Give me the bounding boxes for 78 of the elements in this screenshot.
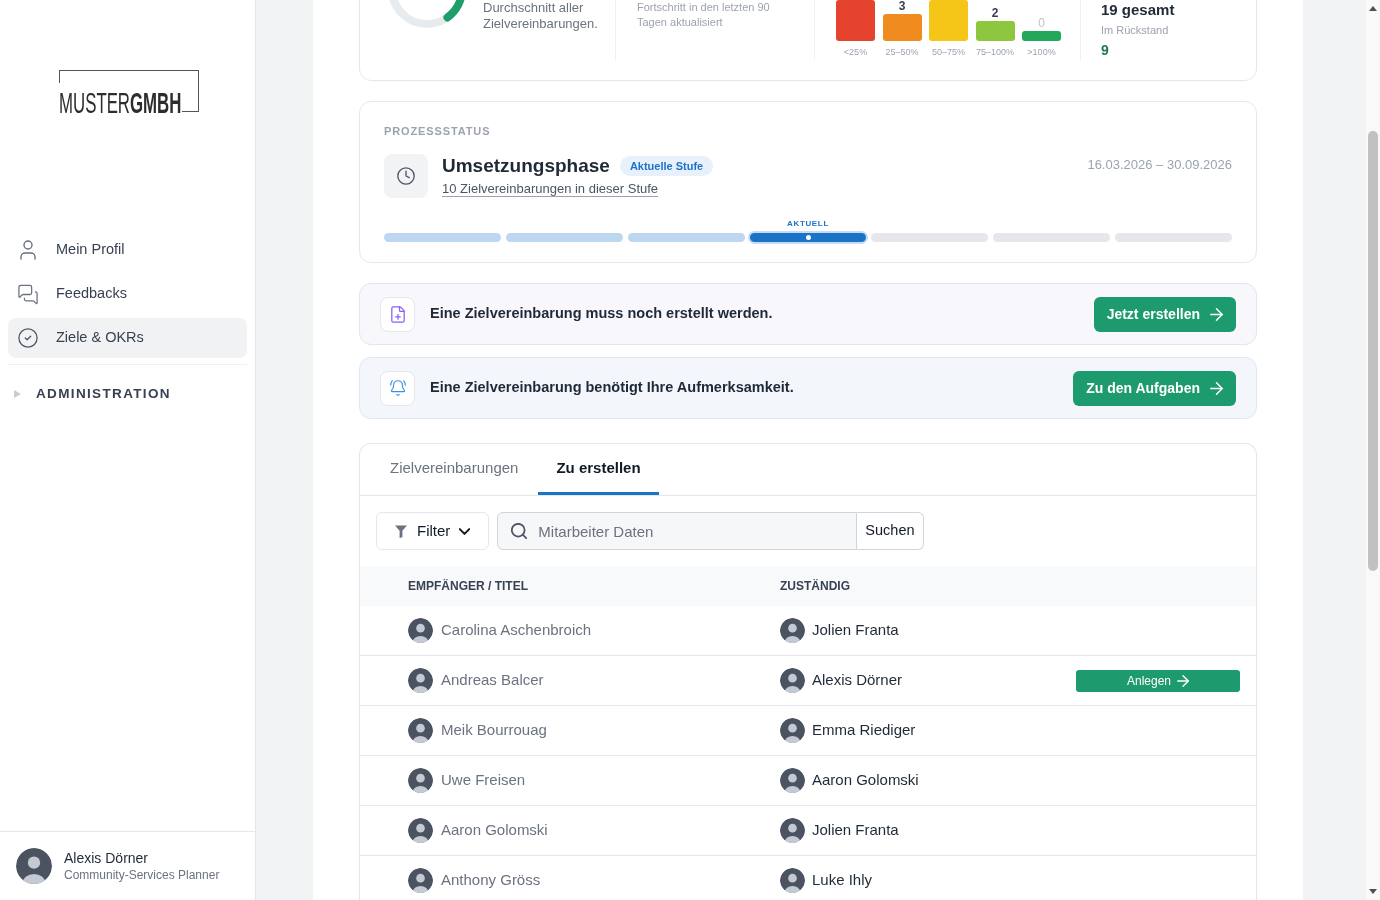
total-count: 19 gesamt bbox=[1101, 0, 1176, 20]
alert-message: Eine Zielvereinbarung muss noch erstellt werden. bbox=[430, 304, 774, 324]
avatar-icon bbox=[16, 848, 52, 884]
bar-count: 3 bbox=[898, 0, 906, 12]
nav-item[interactable]: Feedbacks bbox=[8, 274, 247, 314]
recipient-name: Andreas Balcer bbox=[441, 670, 544, 691]
date-range: 16.03.2026 – 30.09.2026 bbox=[1087, 156, 1232, 174]
company-logo: MUSTERGMBH bbox=[58, 70, 199, 112]
responsible-name: Alexis Dörner bbox=[812, 670, 903, 691]
search-button[interactable]: Suchen bbox=[857, 512, 924, 550]
recipient-name: Anthony Gröss bbox=[441, 870, 541, 891]
arrow-right-icon bbox=[1177, 674, 1189, 687]
chat-bubbles-icon bbox=[18, 283, 38, 305]
avatar-icon bbox=[408, 818, 433, 843]
scrollbar-thumb[interactable] bbox=[1368, 131, 1378, 571]
filter-button[interactable]: Filter bbox=[376, 512, 490, 550]
nav-item[interactable]: Mein Profil bbox=[8, 230, 247, 270]
responsible-name: Emma Riediger bbox=[812, 720, 916, 741]
bell-icon bbox=[380, 370, 415, 406]
user-role: Community-Services Planner bbox=[64, 867, 220, 883]
avatar-icon bbox=[408, 618, 433, 643]
tab[interactable]: Zu erstellen bbox=[538, 444, 659, 495]
avatar-icon bbox=[780, 768, 805, 793]
avatar-icon bbox=[780, 718, 805, 743]
file-plus-icon bbox=[380, 296, 415, 332]
user-name: Alexis Dörner bbox=[64, 849, 150, 867]
check-circle-icon bbox=[18, 328, 38, 348]
responsible-name: Luke Ihly bbox=[812, 870, 873, 891]
alert-action-button[interactable]: Zu den Aufgaben bbox=[1073, 370, 1236, 406]
avatar-icon bbox=[780, 668, 805, 693]
chevron-down-icon bbox=[459, 527, 471, 535]
bar-label: 25–50% bbox=[885, 46, 919, 58]
avatar-icon bbox=[408, 768, 433, 793]
avatar-icon bbox=[408, 668, 433, 693]
column-header: EMPFÄNGER / TITEL bbox=[407, 578, 529, 595]
funnel-icon bbox=[395, 524, 407, 538]
bar-label: 50–75% bbox=[932, 46, 965, 58]
stage-agreements-link[interactable]: 10 Zielvereinbarungen in dieser Stufe bbox=[442, 180, 659, 198]
avatar-icon bbox=[780, 618, 805, 643]
recipient-name: Uwe Freisen bbox=[441, 770, 526, 791]
search-icon bbox=[511, 523, 528, 539]
recipient-name: Meik Bourrouag bbox=[441, 720, 547, 741]
bar-count: 2 bbox=[991, 7, 999, 19]
user-icon bbox=[20, 240, 36, 260]
overdue-label: Im Rückstand bbox=[1101, 22, 1170, 38]
responsible-name: Aaron Golomski bbox=[812, 770, 919, 791]
avatar-icon bbox=[780, 818, 805, 843]
section-toggle[interactable]: ADMINISTRATION bbox=[0, 374, 255, 414]
phase-title: Umsetzungsphase bbox=[442, 154, 610, 178]
responsible-name: Jolien Franta bbox=[812, 820, 899, 841]
bar-label: 75–100% bbox=[975, 46, 1014, 58]
stage-label: AKTUELL bbox=[787, 219, 829, 229]
average-caption: Durchschnitt aller Zielvereinbarungen. bbox=[483, 0, 599, 32]
nav-item[interactable]: Ziele & OKRs bbox=[8, 318, 247, 358]
bar-label: >100% bbox=[1027, 46, 1056, 58]
tab[interactable]: Zielvereinbarungen bbox=[372, 444, 537, 495]
bar-label: <25% bbox=[843, 46, 868, 58]
column-header: ZUSTÄNDIG bbox=[780, 578, 850, 595]
clock-icon bbox=[384, 154, 428, 198]
avatar-icon bbox=[780, 868, 805, 893]
progress-caption: Fortschritt in den letzten 90 Tagen aktualisiert bbox=[637, 0, 771, 30]
create-button[interactable]: Anlegen bbox=[1076, 669, 1240, 692]
alert-message: Eine Zielvereinbarung benötigt Ihre Aufmerksamkeit. bbox=[430, 378, 795, 398]
responsible-name: Jolien Franta bbox=[812, 620, 899, 641]
section-label: PROZESSSTATUS bbox=[384, 124, 492, 138]
search-field[interactable]: Mitarbeiter Daten bbox=[497, 512, 858, 550]
arrow-right-icon bbox=[1210, 307, 1223, 321]
alert-action-button[interactable]: Jetzt erstellen bbox=[1093, 296, 1236, 332]
overdue-count: 9 bbox=[1101, 41, 1110, 59]
arrow-right-icon bbox=[1210, 381, 1223, 395]
current-stage-badge: Aktuelle Stufe bbox=[619, 156, 714, 176]
avatar-icon bbox=[408, 718, 433, 743]
scroll-down-icon[interactable] bbox=[1369, 889, 1377, 894]
recipient-name: Carolina Aschenbroich bbox=[441, 620, 592, 641]
recipient-name: Aaron Golomski bbox=[441, 820, 548, 841]
avatar-icon bbox=[408, 868, 433, 893]
scroll-up-icon[interactable] bbox=[1369, 6, 1377, 11]
bar-count: 0 bbox=[1038, 17, 1045, 29]
